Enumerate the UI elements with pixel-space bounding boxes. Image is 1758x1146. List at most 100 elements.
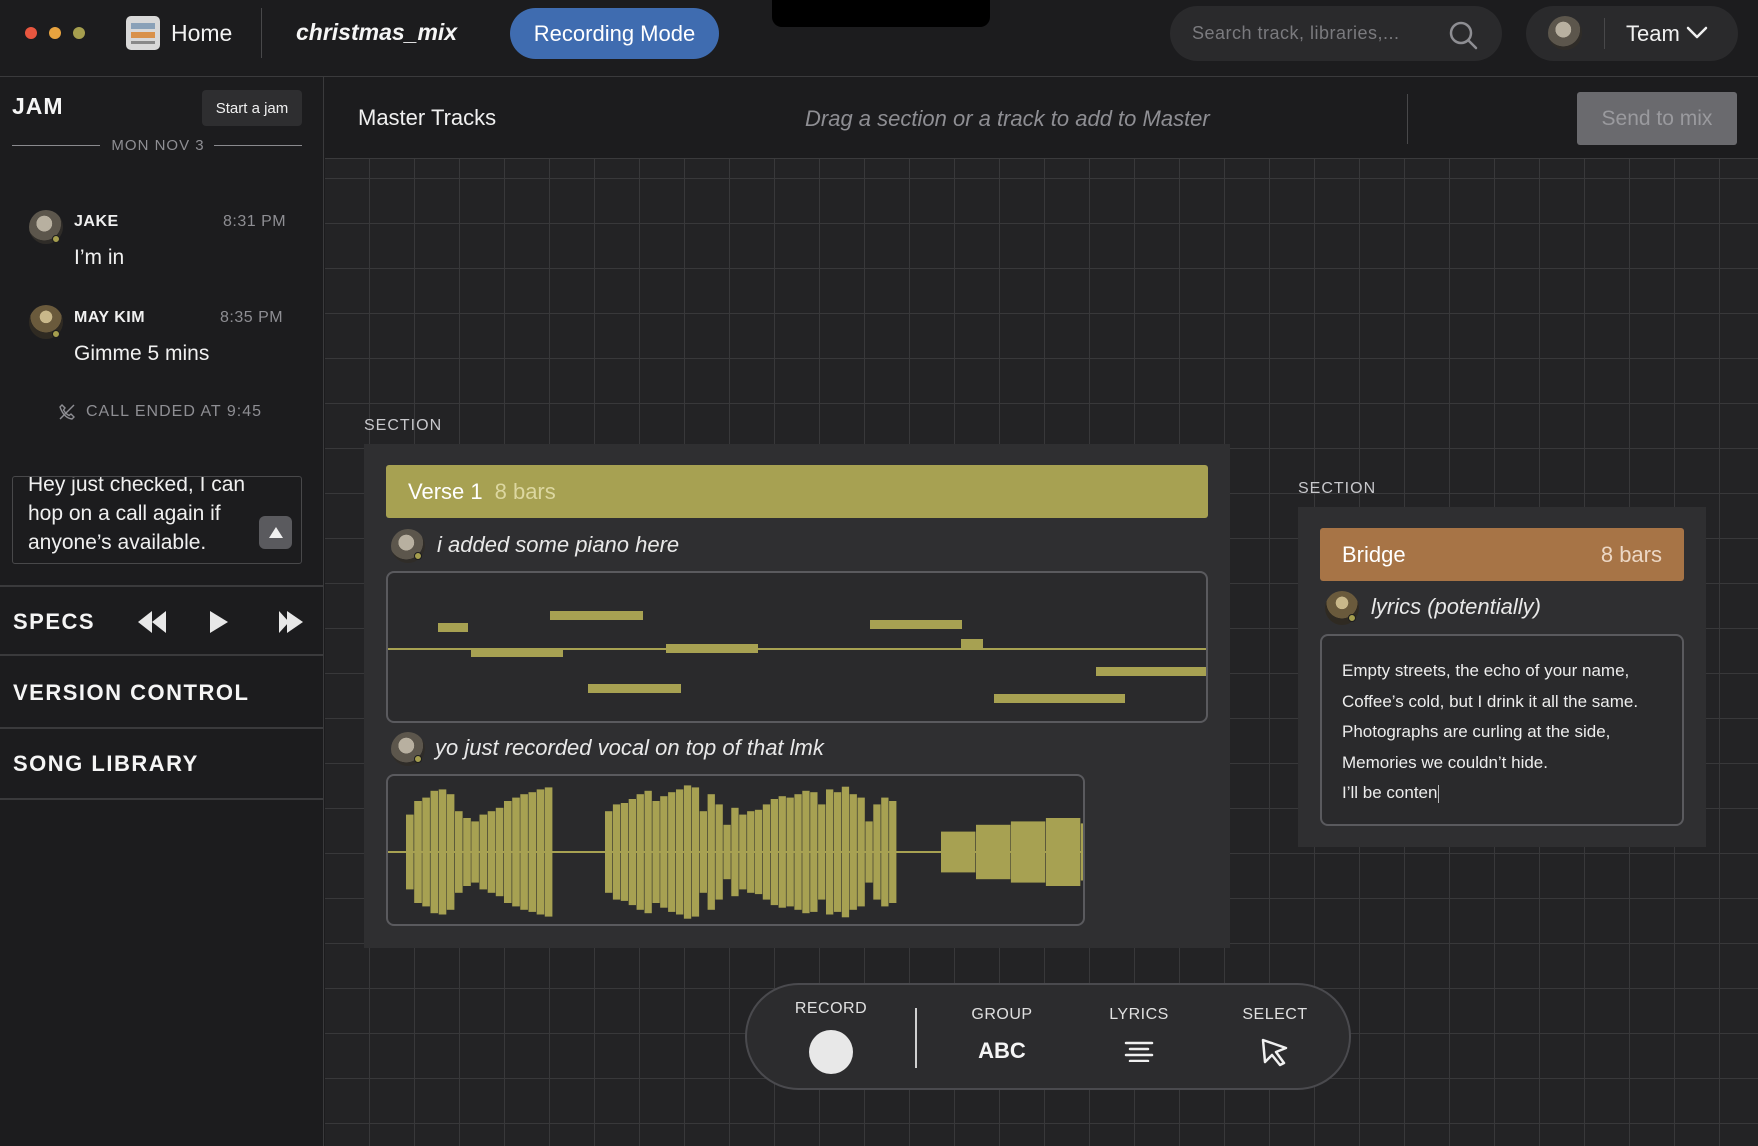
section-header-bridge[interactable]: Bridge 8 bars bbox=[1320, 528, 1684, 581]
section-card-bridge[interactable]: Bridge 8 bars lyrics (potentially) Empty… bbox=[1298, 507, 1706, 847]
waveform-bar bbox=[802, 790, 810, 914]
waveform-bar bbox=[605, 811, 613, 893]
waveform-bar bbox=[479, 814, 488, 890]
message-text: Gimme 5 mins bbox=[74, 342, 210, 365]
toolbar-divider bbox=[915, 1008, 917, 1068]
waveform-bar bbox=[754, 809, 763, 895]
date-label: MON NOV 3 bbox=[111, 137, 205, 154]
waveform-bar bbox=[414, 801, 422, 903]
group-icon: ABC bbox=[978, 1038, 1026, 1063]
send-to-mix-button[interactable]: Send to mix bbox=[1577, 92, 1737, 145]
lyrics-label: LYRICS bbox=[1109, 1006, 1169, 1023]
select-tool[interactable]: SELECT bbox=[1235, 1006, 1315, 1072]
waveform-bar bbox=[636, 794, 644, 910]
fast-forward-icon[interactable] bbox=[277, 609, 305, 635]
lyrics-tool[interactable]: LYRICS bbox=[1102, 1006, 1176, 1067]
online-status-dot bbox=[414, 552, 422, 560]
message-time: 8:31 PM bbox=[223, 213, 287, 230]
midi-notes bbox=[388, 611, 1206, 703]
team-menu[interactable]: Team bbox=[1526, 6, 1738, 61]
home-icon[interactable] bbox=[126, 16, 160, 50]
play-icon[interactable] bbox=[208, 609, 230, 635]
lyric-line: Empty streets, the echo of your name, bbox=[1342, 661, 1630, 680]
window-maximize-button[interactable] bbox=[73, 27, 85, 39]
waveform-bar bbox=[941, 831, 976, 873]
lyric-line: I’ll be conten bbox=[1342, 778, 1662, 809]
waveform-bar bbox=[707, 794, 715, 910]
message-time: 8:35 PM bbox=[220, 309, 284, 326]
specs-label: SPECS bbox=[13, 609, 96, 634]
waveform-bar bbox=[430, 790, 439, 914]
top-bar: Home christmas_mix Recording Mode Team bbox=[0, 0, 1758, 77]
search-bar bbox=[1170, 6, 1502, 61]
waveform-bar bbox=[544, 787, 553, 917]
waveform-bar bbox=[731, 807, 739, 897]
message-author: MAY KIM bbox=[74, 309, 146, 326]
waveform-bar bbox=[1080, 823, 1083, 881]
audio-waveform bbox=[388, 785, 1083, 919]
waveform-bar bbox=[652, 801, 660, 903]
text-cursor bbox=[1438, 784, 1440, 803]
waveform-bar bbox=[889, 801, 897, 903]
audio-track[interactable] bbox=[386, 774, 1085, 926]
section-bars: 8 bars bbox=[1600, 541, 1662, 567]
search-input[interactable] bbox=[1192, 6, 1442, 61]
waveform-bar bbox=[406, 814, 414, 890]
section-card-verse[interactable]: Verse 1 8 bars i added some piano here y… bbox=[364, 444, 1230, 948]
waveform-bar bbox=[504, 801, 512, 903]
waveform-bar bbox=[794, 794, 802, 910]
window-minimize-button[interactable] bbox=[49, 27, 61, 39]
section-header-verse[interactable]: Verse 1 8 bars bbox=[386, 465, 1208, 518]
version-control-section[interactable]: VERSION CONTROL bbox=[0, 658, 323, 729]
select-label: SELECT bbox=[1242, 1006, 1308, 1023]
waveform-bar bbox=[438, 789, 447, 915]
chat-draft-text[interactable]: Hey just checked, I can hop on a call ag… bbox=[28, 477, 258, 557]
waveform-bar bbox=[715, 804, 723, 900]
waveform-bar bbox=[495, 807, 504, 897]
song-library-section[interactable]: SONG LIBRARY bbox=[0, 729, 323, 800]
camera-notch bbox=[772, 0, 990, 27]
rewind-icon[interactable] bbox=[136, 609, 168, 635]
online-status-dot bbox=[414, 755, 422, 763]
record-button[interactable] bbox=[809, 1030, 853, 1074]
master-drop-hint[interactable]: Drag a section or a track to add to Mast… bbox=[805, 106, 1210, 132]
window-close-button[interactable] bbox=[25, 27, 37, 39]
track-comment: lyrics (potentially) bbox=[1371, 594, 1541, 619]
send-message-button[interactable] bbox=[259, 516, 292, 549]
midi-track[interactable] bbox=[386, 571, 1208, 723]
waveform-bar bbox=[1045, 818, 1081, 886]
specs-section[interactable]: SPECS bbox=[0, 585, 323, 656]
section-bars: 8 bars bbox=[494, 478, 556, 504]
lyric-line: Photographs are curling at the side, bbox=[1342, 722, 1611, 741]
song-library-label: SONG LIBRARY bbox=[13, 751, 199, 776]
waveform-bar bbox=[810, 792, 818, 912]
master-tracks-bar: Master Tracks Drag a section or a track … bbox=[325, 77, 1758, 159]
waveform-bar bbox=[620, 803, 629, 901]
phone-off-icon bbox=[59, 404, 75, 420]
search-icon[interactable] bbox=[1448, 20, 1478, 50]
waveform-bar bbox=[612, 804, 621, 900]
chat-input[interactable]: Hey just checked, I can hop on a call ag… bbox=[12, 476, 302, 564]
waveform-bar bbox=[1010, 821, 1046, 883]
waveform-bar bbox=[512, 797, 520, 907]
master-tracks-title: Master Tracks bbox=[358, 105, 497, 130]
waveform-bar bbox=[446, 794, 455, 910]
lyrics-editor[interactable]: Empty streets, the echo of your name, Co… bbox=[1320, 634, 1684, 826]
start-jam-button[interactable]: Start a jam bbox=[202, 90, 302, 126]
project-title[interactable]: christmas_mix bbox=[296, 19, 457, 46]
team-divider bbox=[1604, 18, 1605, 49]
waveform-bar bbox=[422, 797, 430, 907]
waveform-bar bbox=[786, 797, 794, 907]
recording-mode-button[interactable]: Recording Mode bbox=[510, 8, 719, 59]
waveform-bar bbox=[455, 811, 463, 893]
waveform-bar bbox=[826, 789, 834, 915]
jam-title: JAM bbox=[12, 93, 64, 119]
home-link[interactable]: Home bbox=[171, 20, 232, 47]
group-tool[interactable]: GROUP ABC bbox=[965, 1006, 1039, 1064]
chevron-down-icon[interactable] bbox=[1686, 26, 1708, 40]
cursor-arrow-icon bbox=[1261, 1038, 1288, 1067]
waveform-bar bbox=[520, 794, 528, 910]
team-label: Team bbox=[1626, 21, 1680, 46]
online-status-dot bbox=[52, 330, 60, 338]
record-tool[interactable]: RECORD bbox=[794, 1000, 868, 1074]
